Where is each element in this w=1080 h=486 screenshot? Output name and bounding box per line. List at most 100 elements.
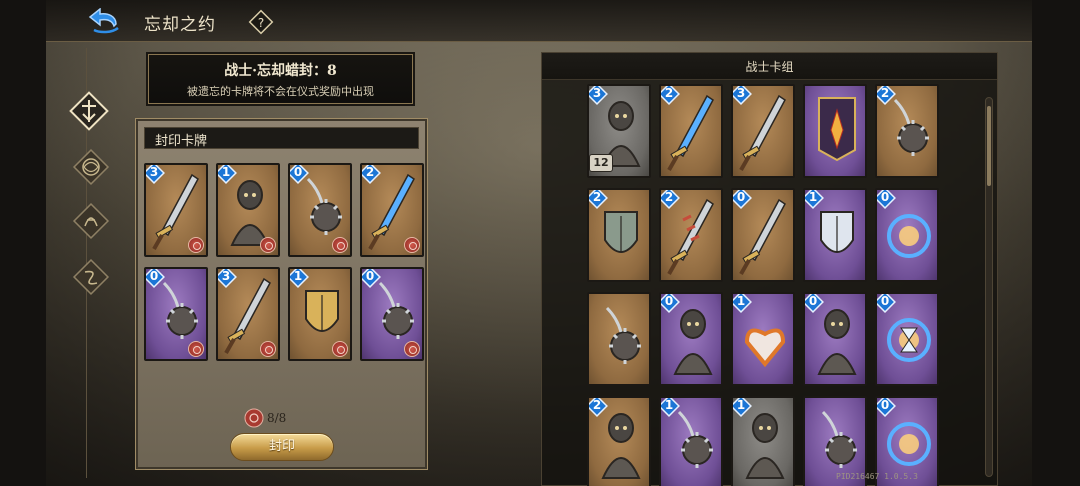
cost-value: 0 xyxy=(664,294,674,308)
cost-badge: 2 xyxy=(661,86,680,105)
cost-badge: 2 xyxy=(589,398,608,417)
version-label: PID216467 1.0.5.3 xyxy=(836,472,918,481)
seal-banner: 战士·忘却蜡封：8 被遗忘的卡牌将不会在仪式奖励中出现 xyxy=(148,54,413,104)
cost-badge: 0 xyxy=(362,269,381,288)
seal-button[interactable]: 封印 xyxy=(230,433,334,461)
cost-value: 2 xyxy=(664,190,674,204)
cost-badge: 0 xyxy=(146,269,165,288)
nav-warrior[interactable] xyxy=(68,90,110,132)
seal-mark-icon xyxy=(188,237,204,253)
cost-value: 0 xyxy=(293,165,303,179)
cost-badge: 2 xyxy=(362,165,381,184)
seal-mark-icon xyxy=(404,237,420,253)
banner-title: 战士·忘却蜡封：8 xyxy=(224,63,337,79)
sealed-panel-header: 封印卡牌 xyxy=(144,127,419,149)
cost-value: 3 xyxy=(221,269,231,283)
cost-badge: 3 xyxy=(589,86,608,105)
sealed-card[interactable]: 3 xyxy=(144,163,208,257)
deck-card[interactable]: 0 xyxy=(875,292,939,386)
help-button[interactable]: ? xyxy=(247,8,275,36)
deck-card[interactable]: 2 xyxy=(659,84,723,178)
cost-value: 2 xyxy=(365,165,375,179)
war-banner-icon xyxy=(818,97,856,162)
cost-value: 1 xyxy=(736,398,746,412)
deck-card[interactable]: 2 xyxy=(659,188,723,282)
sealed-panel-title: 封印卡牌 xyxy=(155,134,208,149)
sealed-card[interactable]: 1 xyxy=(288,267,352,361)
nav-class-3[interactable] xyxy=(70,200,112,242)
seal-mark-icon xyxy=(188,341,204,357)
nav-class-4[interactable] xyxy=(70,256,112,298)
cost-value: 1 xyxy=(221,165,231,179)
screen-edge-left xyxy=(0,0,46,486)
cost-badge: 2 xyxy=(589,190,608,209)
sealed-card[interactable]: 1 xyxy=(216,163,280,257)
cost-value: 0 xyxy=(365,269,375,283)
seal-mark-icon xyxy=(404,341,420,357)
cost-badge: 3 xyxy=(146,165,165,184)
sealed-cards-panel: 封印卡牌 3 1 0 2 0 3 1 0 8/8 封印 xyxy=(135,118,428,470)
cost-badge: 1 xyxy=(290,269,309,288)
deck-card[interactable]: 3 12 xyxy=(587,84,651,178)
cost-badge: 0 xyxy=(733,190,752,209)
beast-emblem-icon xyxy=(72,148,110,186)
seal-button-label: 封印 xyxy=(268,439,295,454)
deck-scroll-thumb[interactable] xyxy=(987,106,991,186)
deck-panel: 战士卡组 3 12 2 3 2 2 2 0 1 0 0 1 0 0 2 1 1 … xyxy=(541,52,998,486)
cost-value: 1 xyxy=(293,269,303,283)
back-arrow-icon xyxy=(88,7,119,34)
warrior-emblem-icon xyxy=(69,91,109,131)
cost-value: 0 xyxy=(808,294,818,308)
cost-value: 3 xyxy=(149,165,159,179)
sealed-card[interactable]: 0 xyxy=(144,267,208,361)
deck-panel-header: 战士卡组 xyxy=(542,53,997,80)
deck-card[interactable]: 1 xyxy=(731,292,795,386)
sigil-emblem-icon xyxy=(72,258,110,296)
seal-mark-icon xyxy=(260,237,276,253)
cost-value: 0 xyxy=(880,294,890,308)
cost-badge: 1 xyxy=(733,398,752,417)
cost-badge: 0 xyxy=(877,294,896,313)
seal-mark-icon xyxy=(260,341,276,357)
deck-card[interactable]: 1 xyxy=(803,188,867,282)
help-diamond-icon: ? xyxy=(248,9,274,35)
cost-value: 0 xyxy=(149,269,159,283)
cost-badge: 0 xyxy=(661,294,680,313)
page-title: 忘却之约 xyxy=(144,15,216,35)
deck-card[interactable]: 0 xyxy=(803,292,867,386)
cost-badge: 2 xyxy=(661,190,680,209)
deck-card[interactable]: 2 xyxy=(587,396,651,486)
cost-value: 3 xyxy=(736,86,746,100)
deck-card[interactable] xyxy=(587,292,651,386)
rune-emblem-icon xyxy=(72,202,110,240)
deck-card[interactable]: 1 xyxy=(731,396,795,486)
sealed-card[interactable]: 0 xyxy=(288,163,352,257)
cost-value: 0 xyxy=(880,190,890,204)
deck-card[interactable]: 2 xyxy=(587,188,651,282)
cost-badge: 0 xyxy=(805,294,824,313)
deck-card[interactable]: 1 xyxy=(659,396,723,486)
cost-value: 2 xyxy=(880,86,890,100)
seal-counter: 8/8 xyxy=(267,411,287,425)
seal-mark-icon xyxy=(332,237,348,253)
deck-card[interactable]: 0 xyxy=(659,292,723,386)
screen-edge-right xyxy=(1032,0,1080,486)
deck-scrollbar[interactable] xyxy=(985,97,993,477)
back-button[interactable] xyxy=(88,7,122,34)
sealed-card[interactable]: 2 xyxy=(360,163,424,257)
deck-card[interactable]: 2 xyxy=(875,84,939,178)
deck-card[interactable] xyxy=(803,84,867,178)
cost-badge: 0 xyxy=(877,398,896,417)
deck-card[interactable]: 0 xyxy=(875,188,939,282)
sealed-card[interactable]: 3 xyxy=(216,267,280,361)
cost-value: 2 xyxy=(592,398,602,412)
deck-card[interactable]: 3 xyxy=(731,84,795,178)
cost-value: 1 xyxy=(736,294,746,308)
cost-badge: 3 xyxy=(733,86,752,105)
sealed-card[interactable]: 0 xyxy=(360,267,424,361)
nav-class-2[interactable] xyxy=(70,146,112,188)
cost-badge: 3 xyxy=(218,269,237,288)
cost-value: 0 xyxy=(736,190,746,204)
deck-card[interactable]: 0 xyxy=(731,188,795,282)
card-count-badge: 12 xyxy=(589,154,613,172)
